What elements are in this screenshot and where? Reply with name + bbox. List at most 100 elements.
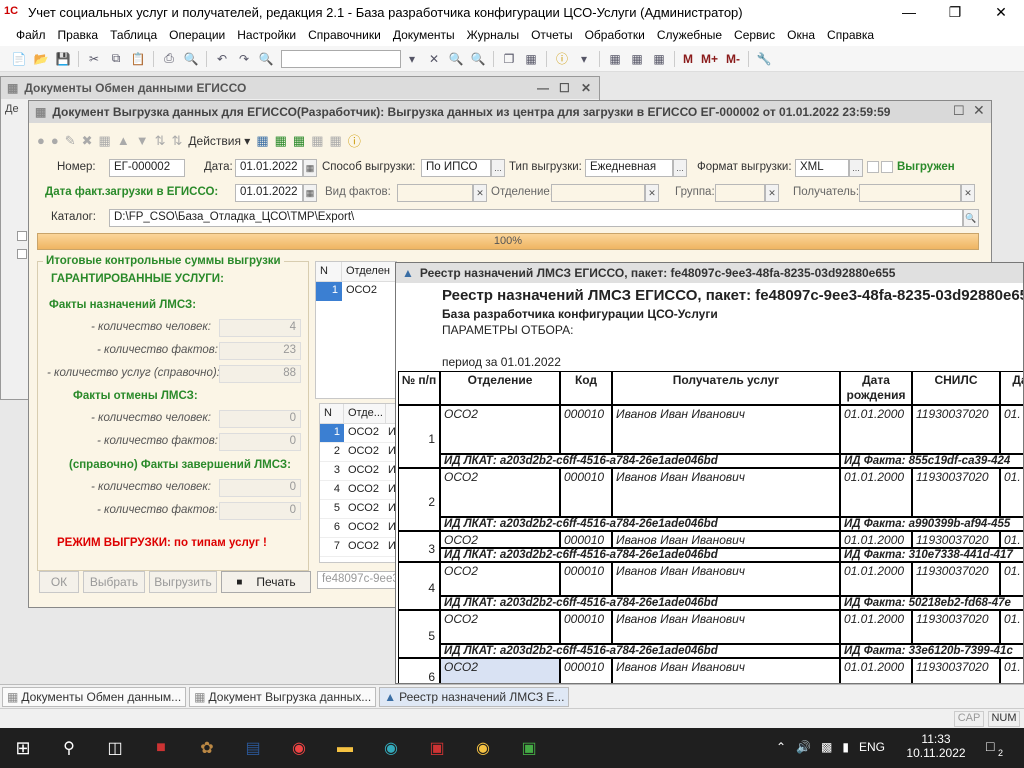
memory-mplus-button[interactable]: M+: [701, 52, 718, 66]
menu-documents[interactable]: Документы: [393, 28, 455, 42]
tab-report[interactable]: ▲ Реестр назначений ЛМСЗ Е...: [379, 686, 570, 707]
windows-icon[interactable]: ❐: [500, 51, 518, 67]
open-icon[interactable]: 📂: [32, 51, 50, 67]
search-icon[interactable]: ⚲: [46, 728, 92, 768]
select-button[interactable]: ...: [491, 159, 505, 177]
menu-processing[interactable]: Обработки: [585, 28, 645, 42]
col-dept-header[interactable]: Отде...: [344, 404, 386, 423]
close-button[interactable]: ✕: [978, 0, 1024, 24]
search-dropdown-icon[interactable]: ▾: [403, 51, 421, 67]
uploaded-checkbox[interactable]: [867, 161, 879, 173]
chrome-icon[interactable]: ◉: [276, 728, 322, 768]
copy-icon[interactable]: ⧉: [107, 51, 125, 67]
up-icon[interactable]: ▲: [117, 133, 130, 148]
add-icon[interactable]: ●: [37, 133, 45, 148]
menu-table[interactable]: Таблица: [110, 28, 157, 42]
window-title[interactable]: ▲ Реестр назначений ЛМСЗ ЕГИССО, пакет: …: [396, 263, 1023, 283]
menu-reports[interactable]: Отчеты: [531, 28, 572, 42]
calendar-icon[interactable]: ▦: [303, 184, 317, 202]
menu-service-tools[interactable]: Служебные: [657, 28, 722, 42]
new-icon[interactable]: 📄: [10, 51, 28, 67]
method-field[interactable]: По ИПСО: [421, 159, 491, 177]
cut-icon[interactable]: ✂: [85, 51, 103, 67]
menu-settings[interactable]: Настройки: [237, 28, 296, 42]
memory-mminus-button[interactable]: M-: [726, 52, 740, 66]
tools-icon[interactable]: 🔧: [755, 51, 773, 67]
help-icon[interactable]: ⓘ: [553, 51, 571, 67]
print-button[interactable]: ■ Печать: [221, 571, 311, 593]
edge-icon[interactable]: ◉: [368, 728, 414, 768]
close-icon[interactable]: ✕: [581, 81, 591, 95]
calculator-icon[interactable]: ▦: [606, 51, 624, 67]
find-icon[interactable]: 🔍: [257, 51, 275, 67]
col-dept-header[interactable]: Отделен: [342, 262, 394, 281]
maximize-icon[interactable]: ☐: [559, 81, 570, 95]
minimize-icon[interactable]: —: [537, 81, 549, 95]
green-app-icon[interactable]: ▣: [506, 728, 552, 768]
table-row[interactable]: 3 ОСО2 И: [320, 462, 398, 481]
language-indicator[interactable]: ENG: [859, 740, 885, 754]
save-icon[interactable]: 💾: [54, 51, 72, 67]
search-prev-icon[interactable]: 🔍: [469, 51, 487, 67]
date-field[interactable]: 01.01.2022: [235, 159, 303, 177]
calc-icon[interactable]: ▦: [522, 51, 540, 67]
window-title[interactable]: ▦ Документы Обмен данными ЕГИССО — ☐ ✕: [1, 77, 599, 99]
notes-icon[interactable]: ▦: [650, 51, 668, 67]
refresh-icon[interactable]: ▦: [275, 133, 287, 149]
group-field[interactable]: [715, 184, 765, 202]
close-icon[interactable]: ✕: [973, 102, 985, 119]
table-row[interactable]: 6 ОСО2 И: [320, 519, 398, 538]
search-next-icon[interactable]: 🔍: [447, 51, 465, 67]
choose-button[interactable]: Выбрать: [83, 571, 145, 593]
menu-edit[interactable]: Правка: [58, 28, 99, 42]
sort-desc-icon[interactable]: ⇅: [171, 133, 182, 149]
struct2-icon[interactable]: ▦: [330, 133, 342, 149]
memory-m-button[interactable]: M: [683, 52, 693, 66]
upload-button[interactable]: Выгрузить: [149, 571, 217, 593]
delete-icon[interactable]: ✖: [82, 133, 93, 149]
add-green-icon[interactable]: ▦: [293, 133, 305, 149]
table-row[interactable]: 7 ОСО2 И: [320, 538, 398, 557]
fact-date-field[interactable]: 01.01.2022: [235, 184, 303, 202]
network-icon[interactable]: ▩: [821, 740, 832, 754]
search-input[interactable]: [281, 49, 401, 68]
menu-windows[interactable]: Окна: [787, 28, 815, 42]
col-n-header[interactable]: N: [316, 262, 342, 281]
calendar-icon[interactable]: ▦: [303, 159, 317, 177]
post-icon[interactable]: ▦: [99, 133, 111, 149]
move-icon[interactable]: ▦: [256, 133, 268, 149]
clear-search-icon[interactable]: ✕: [425, 51, 443, 67]
col-n-header[interactable]: N: [320, 404, 344, 423]
preview-icon[interactable]: 🔍: [182, 51, 200, 67]
dept-field[interactable]: [551, 184, 645, 202]
number-field[interactable]: ЕГ-000002: [109, 159, 185, 177]
menu-service[interactable]: Сервис: [734, 28, 775, 42]
maximize-button[interactable]: ❐: [932, 0, 978, 24]
menu-catalogs[interactable]: Справочники: [308, 28, 381, 42]
table-row[interactable]: 2 ОСО2 И: [320, 443, 398, 462]
select-button[interactable]: ...: [849, 159, 863, 177]
tray-chevron-icon[interactable]: ⌃: [776, 740, 786, 754]
package-field[interactable]: fe48097c-9ee3: [317, 571, 397, 589]
start-icon[interactable]: ⊞: [0, 728, 46, 768]
task-view-icon[interactable]: ◫: [92, 728, 138, 768]
search-icon[interactable]: 🔍: [963, 209, 979, 227]
edit-icon[interactable]: ✎: [65, 133, 76, 149]
select-button[interactable]: ...: [673, 159, 687, 177]
struct-icon[interactable]: ▦: [311, 133, 323, 149]
table-row[interactable]: 1 ОСО2 И: [320, 424, 398, 443]
tab-documents-exchange[interactable]: ▦ Документы Обмен данным...: [2, 686, 187, 707]
sort-asc-icon[interactable]: ⇅: [155, 133, 166, 149]
calendar-icon[interactable]: ▦: [628, 51, 646, 67]
clear-icon[interactable]: ✕: [473, 184, 487, 202]
tab-stub[interactable]: Де: [5, 103, 19, 115]
type-field[interactable]: Ежедневная: [585, 159, 673, 177]
ok-button[interactable]: ОК: [39, 571, 79, 593]
1c-icon[interactable]: ◉: [460, 728, 506, 768]
copy-icon[interactable]: ●: [51, 133, 59, 148]
paste-icon[interactable]: 📋: [129, 51, 147, 67]
catalog-field[interactable]: D:\FP_CSO\База_Отладка_ЦСО\TMP\Export\: [109, 209, 963, 227]
clear-icon[interactable]: ✕: [645, 184, 659, 202]
down-icon[interactable]: ▼: [136, 133, 149, 148]
menu-journals[interactable]: Журналы: [467, 28, 519, 42]
